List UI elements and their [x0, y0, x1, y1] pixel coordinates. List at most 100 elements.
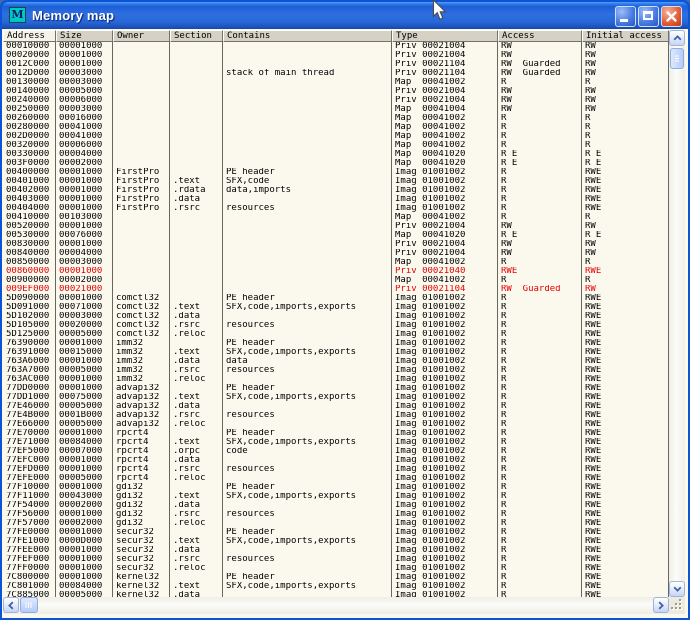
vertical-scroll-thumb[interactable]	[670, 48, 684, 69]
table-row[interactable]: 0084000000004000Priv 00021004RWRW	[3, 249, 669, 258]
app-icon[interactable]: M	[9, 7, 26, 23]
cell-size: 00005000	[56, 474, 113, 483]
table-row[interactable]: 0033000000004000Map 00041020R ER E	[3, 150, 669, 159]
table-row[interactable]: 77FF000000001000secur32.relocImag 010010…	[3, 564, 669, 573]
table-row[interactable]: 0032000000006000Map 00041002RR	[3, 141, 669, 150]
cell-owner	[113, 240, 170, 249]
scroll-up-button[interactable]	[669, 30, 685, 46]
table-row[interactable]: 0025000000003000Map 00041004RWRW	[3, 105, 669, 114]
table-row[interactable]: 009EF00000021000Priv 00021104RW GuardedR…	[3, 285, 669, 294]
table-row[interactable]: 7639100000015000imm32.textSFX,code,impor…	[3, 348, 669, 357]
cell-contains: resources	[223, 321, 392, 330]
table-row[interactable]: 0002000000001000Priv 00021004RWRW	[3, 51, 669, 60]
table-row[interactable]: 0026000000016000Map 00041002RR	[3, 114, 669, 123]
table-row[interactable]: 003F000000002000Map 00041020R ER E	[3, 159, 669, 168]
column-header-initial_access[interactable]: Initial access	[582, 30, 669, 42]
table-row[interactable]: 77EF500000007000rpcrt4.orpccodeImag 0100…	[3, 447, 669, 456]
column-header-size[interactable]: Size	[56, 30, 113, 42]
cell-address: 00840000	[3, 249, 56, 258]
column-header-section[interactable]: Section	[170, 30, 223, 42]
table-row[interactable]: 763A600000001000imm32.datadataImag 01001…	[3, 357, 669, 366]
resize-grip[interactable]	[669, 597, 685, 614]
table-row[interactable]: 002D000000041000Map 00041002RR	[3, 132, 669, 141]
table-row[interactable]: 0028000000041000Map 00041002RR	[3, 123, 669, 132]
table-row[interactable]: 77F1000000001000gdi32PE headerImag 01001…	[3, 483, 669, 492]
cell-access: RW	[498, 222, 582, 231]
table-row[interactable]: 0012D00000003000stack of main threadPriv…	[3, 69, 669, 78]
column-header-access[interactable]: Access	[498, 30, 582, 42]
column-header-address[interactable]: Address	[3, 30, 56, 42]
table-row[interactable]: 77E7100000084000rpcrt4.textSFX,code,impo…	[3, 438, 669, 447]
cell-type: Imag 01001002	[392, 195, 498, 204]
table-row[interactable]: 77EFC00000001000rpcrt4.dataImag 01001002…	[3, 456, 669, 465]
scroll-right-button[interactable]	[653, 597, 669, 613]
cell-contains	[223, 132, 392, 141]
table-row[interactable]: 0012C00000001000Priv 00021104RW GuardedR…	[3, 60, 669, 69]
minimize-button[interactable]	[615, 6, 636, 27]
table-row[interactable]: 77F5400000002000gdi32.dataImag 01001002R…	[3, 501, 669, 510]
table-row[interactable]: 77FE000000001000secur32PE headerImag 010…	[3, 528, 669, 537]
cell-access: RWE	[498, 267, 582, 276]
table-row[interactable]: 5D10500000020000comctl32.rsrcresourcesIm…	[3, 321, 669, 330]
cell-address: 00020000	[3, 51, 56, 60]
table-row[interactable]: 0040100000001000FirstPro.textSFX,codeIma…	[3, 177, 669, 186]
column-header-owner[interactable]: Owner	[113, 30, 170, 42]
table-row[interactable]: 77E6600000005000advapi32.relocImag 01001…	[3, 420, 669, 429]
table-row[interactable]: 5D09100000071000comctl32.textSFX,code,im…	[3, 303, 669, 312]
cell-owner: imm32	[113, 357, 170, 366]
table-row[interactable]: 0083000000001000Priv 00021004RWRW	[3, 240, 669, 249]
title-bar[interactable]: M Memory map	[2, 2, 688, 29]
table-row[interactable]: 77FEF00000001000secur32.rsrcresourcesIma…	[3, 555, 669, 564]
table-row[interactable]: 0040300000001000FirstPro.dataImag 010010…	[3, 195, 669, 204]
table-row[interactable]: 77FEE00000001000secur32.dataImag 0100100…	[3, 546, 669, 555]
cell-section	[170, 213, 223, 222]
table-row[interactable]: 7C80000000001000kernel32PE headerImag 01…	[3, 573, 669, 582]
table-row[interactable]: 77EFD00000001000rpcrt4.rsrcresourcesImag…	[3, 465, 669, 474]
table-row[interactable]: 77E4600000005000advapi32.dataImag 010010…	[3, 402, 669, 411]
scroll-down-button[interactable]	[669, 581, 685, 597]
cell-access: RW Guarded	[498, 69, 582, 78]
table-row[interactable]: 77F5600000001000gdi32.rsrcresourcesImag …	[3, 510, 669, 519]
close-button[interactable]	[661, 6, 682, 27]
table-row[interactable]: 0086000000001000Priv 00021040RWERWE	[3, 267, 669, 276]
column-header-contains[interactable]: Contains	[223, 30, 392, 42]
table-row[interactable]: 77DD000000001000advapi32PE headerImag 01…	[3, 384, 669, 393]
cell-owner	[113, 132, 170, 141]
table-row[interactable]: 0024000000006000Priv 00021004RWRW	[3, 96, 669, 105]
horizontal-scroll-thumb[interactable]	[20, 597, 38, 613]
table-row[interactable]: 77E4B0000001B000advapi32.rsrcresourcesIm…	[3, 411, 669, 420]
table-row[interactable]: 0001000000001000Priv 00021004RWRW	[3, 42, 669, 51]
table-row[interactable]: 0013000000003000Map 00041002RR	[3, 78, 669, 87]
table-row[interactable]: 77EFE00000005000rpcrt4.relocImag 0100100…	[3, 474, 669, 483]
table-row[interactable]: 0041000000103000Map 00041002RR	[3, 213, 669, 222]
cell-access: R	[498, 483, 582, 492]
table-row[interactable]: 77F5700000002000gdi32.relocImag 01001002…	[3, 519, 669, 528]
table-row[interactable]: 0040000000001000FirstProPE headerImag 01…	[3, 168, 669, 177]
table-row[interactable]: 77DD100000075000advapi32.textSFX,code,im…	[3, 393, 669, 402]
cell-section	[170, 249, 223, 258]
table-row[interactable]: 77E7000000001000rpcrt4PE headerImag 0100…	[3, 429, 669, 438]
table-row[interactable]: 0040400000001000FirstPro.rsrcresourcesIm…	[3, 204, 669, 213]
table-row[interactable]: 77F1100000043000gdi32.textSFX,code,impor…	[3, 492, 669, 501]
cell-owner: rpcrt4	[113, 447, 170, 456]
table-row[interactable]: 763AC00000001000imm32.relocImag 01001002…	[3, 375, 669, 384]
cell-contains: PE header	[223, 429, 392, 438]
vertical-scrollbar[interactable]	[669, 30, 685, 597]
table-row[interactable]: 763A700000005000imm32.rsrcresourcesImag …	[3, 366, 669, 375]
table-row[interactable]: 0052000000001000Priv 00021004RWRW	[3, 222, 669, 231]
table-row[interactable]: 0040200000001000FirstPro.rdatadata,impor…	[3, 186, 669, 195]
table-row[interactable]: 5D10200000003000comctl32.dataImag 010010…	[3, 312, 669, 321]
table-row[interactable]: 0085000000003000Map 00041002RR	[3, 258, 669, 267]
table-row[interactable]: 7639000000001000imm32PE headerImag 01001…	[3, 339, 669, 348]
table-row[interactable]: 5D09000000001000comctl32PE headerImag 01…	[3, 294, 669, 303]
scroll-left-button[interactable]	[3, 597, 19, 613]
table-row[interactable]: 5D12500000005000comctl32.relocImag 01001…	[3, 330, 669, 339]
maximize-button[interactable]	[638, 6, 659, 27]
column-header-type[interactable]: Type	[392, 30, 498, 42]
table-row[interactable]: 0014000000005000Priv 00021004RWRW	[3, 87, 669, 96]
table-row[interactable]: 77FE10000000D000secur32.textSFX,code,imp…	[3, 537, 669, 546]
table-row[interactable]: 0053000000076000Map 00041020R ER E	[3, 231, 669, 240]
horizontal-scrollbar[interactable]	[3, 597, 669, 614]
table-row[interactable]: 0090000000002000Map 00041002RR	[3, 276, 669, 285]
table-row[interactable]: 7C80100000084000kernel32.textSFX,code,im…	[3, 582, 669, 591]
